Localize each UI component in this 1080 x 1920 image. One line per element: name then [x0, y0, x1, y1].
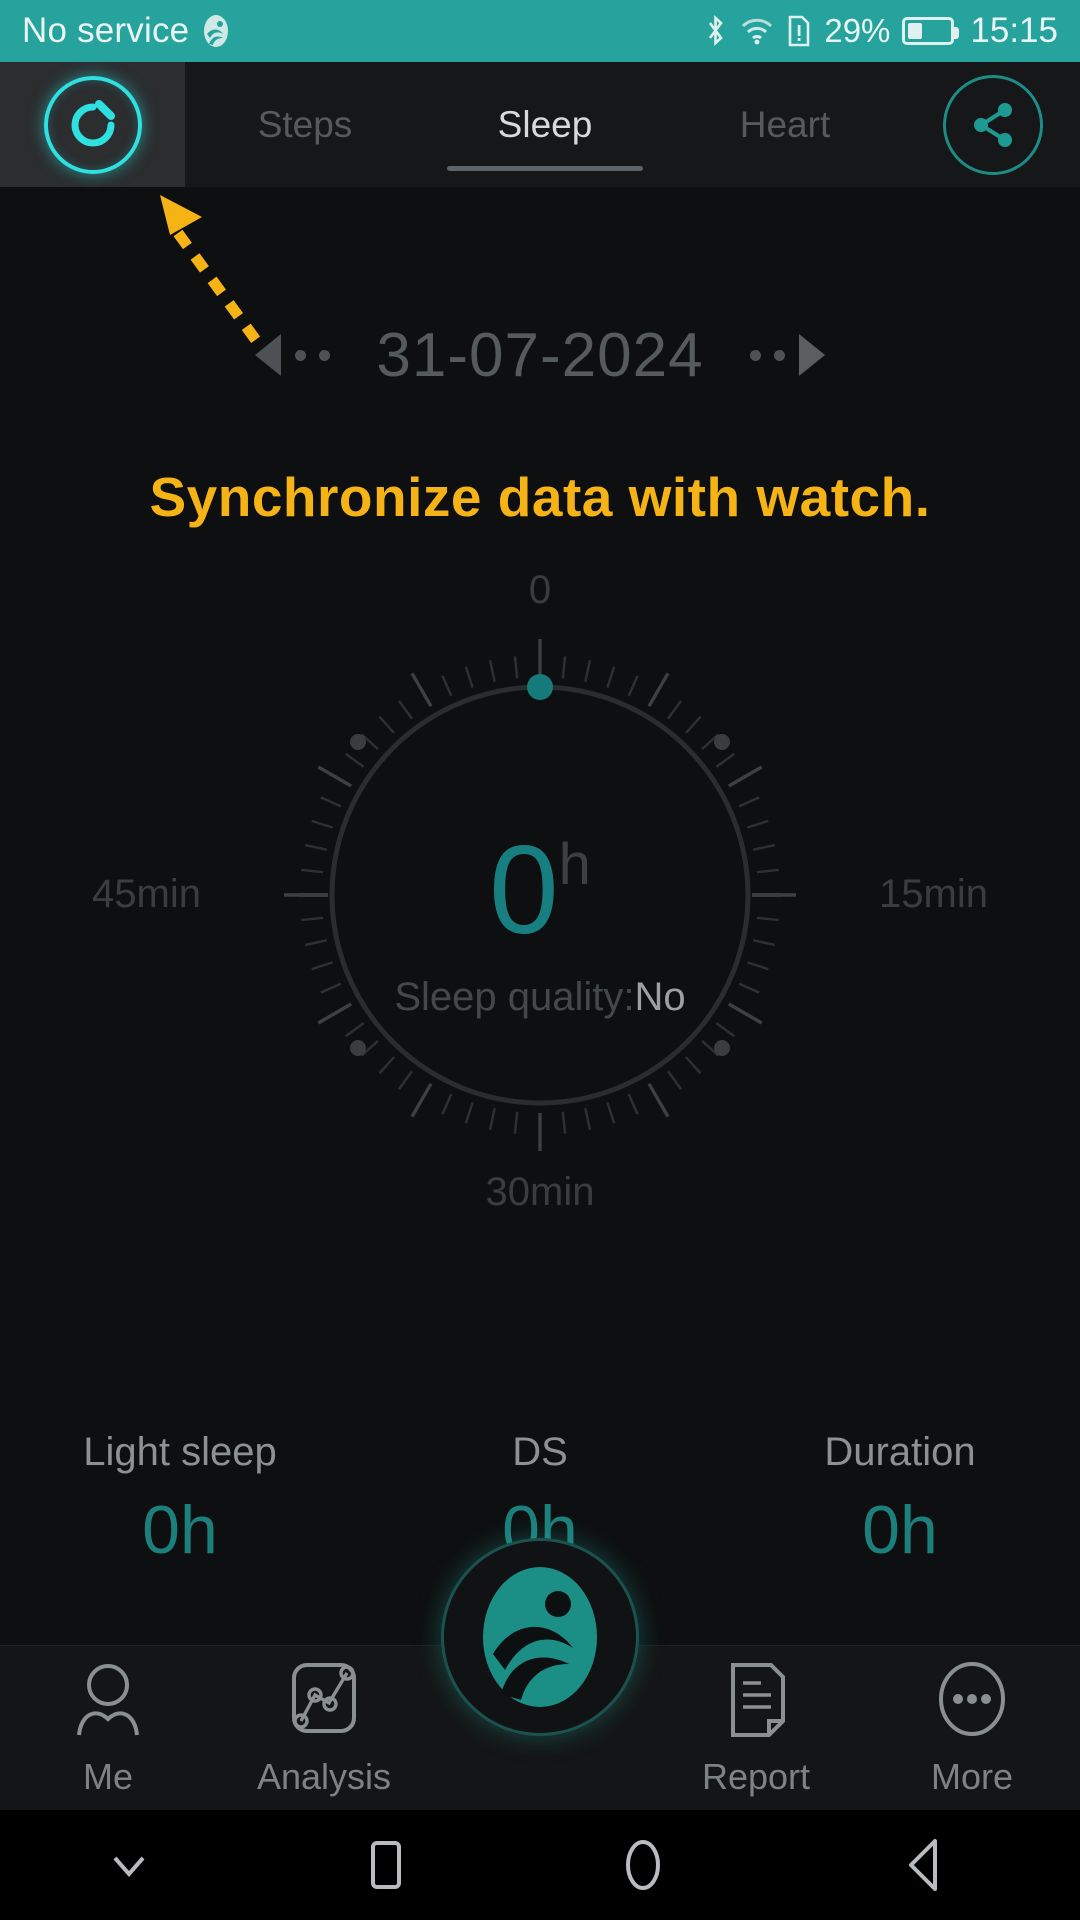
sleep-quality-label: Sleep quality: — [394, 975, 635, 1019]
tab-list: Steps Sleep Heart — [185, 62, 905, 187]
tab-steps-label: Steps — [257, 103, 353, 145]
bottom-nav-item-analysis-label: Analysis — [256, 1755, 392, 1797]
prev-date-button[interactable] — [255, 334, 330, 376]
status-bar-right: 29% 15:15 — [704, 11, 1058, 51]
triangle-left-icon — [255, 334, 281, 376]
app-root: No service 29% 15:15 Steps Sleep Heart 3… — [0, 0, 1080, 1920]
line-chart-icon — [285, 1659, 363, 1746]
hide-keyboard-icon[interactable] — [0, 1844, 257, 1886]
battery-icon — [902, 17, 960, 45]
stat-light-sleep-label: Light sleep — [83, 1430, 277, 1474]
bottom-nav-item-report-label: Report — [701, 1755, 811, 1797]
triangle-right-icon — [799, 334, 825, 376]
next-dots — [750, 349, 785, 361]
tab-heart[interactable]: Heart — [665, 62, 905, 187]
wifi-icon — [740, 16, 774, 46]
stat-duration-value: 0h — [862, 1492, 938, 1568]
top-bar: Steps Sleep Heart — [0, 62, 1080, 187]
carrier-label: No service — [22, 11, 190, 50]
share-icon — [942, 74, 1043, 175]
bottom-nav-item-me-label: Me — [82, 1755, 133, 1797]
ellipsis-icon — [933, 1659, 1011, 1746]
bottom-nav-item-more-label: More — [930, 1755, 1014, 1797]
bottom-nav-item-more[interactable]: More — [864, 1659, 1080, 1798]
home-circle-icon[interactable] — [514, 1836, 771, 1894]
bottom-nav-item-analysis[interactable]: Analysis — [216, 1659, 432, 1798]
annotation-text: Synchronize data with watch. — [149, 466, 931, 528]
stat-ds-label: DS — [512, 1430, 568, 1474]
sleep-quality-value: No — [634, 975, 686, 1019]
sleep-dial-center: 0h Sleep quality:No — [90, 828, 990, 1020]
status-bar: No service 29% 15:15 — [0, 0, 1080, 62]
sync-button[interactable] — [0, 62, 185, 187]
document-icon — [717, 1659, 795, 1746]
sim-alert-icon — [786, 14, 812, 48]
recents-square-icon[interactable] — [257, 1837, 514, 1893]
back-triangle-icon[interactable] — [771, 1836, 1080, 1894]
sleep-quality: Sleep quality:No — [90, 975, 990, 1020]
status-bar-left: No service — [22, 11, 233, 51]
battery-percent-label: 29% — [824, 12, 891, 49]
sync-icon — [43, 75, 142, 174]
sleep-dial: 0 45min 15min 30min 0h Sleep quality:No — [90, 568, 990, 1230]
bottom-nav-item-report[interactable]: Report — [648, 1659, 864, 1798]
bluetooth-icon — [704, 14, 728, 48]
clock-label: 15:15 — [970, 11, 1058, 50]
bottom-nav-item-me[interactable]: Me — [0, 1659, 216, 1798]
prev-dots — [295, 349, 330, 361]
stat-light-sleep: Light sleep 0h — [0, 1430, 360, 1569]
sleep-total-value: 0 — [489, 821, 559, 960]
dial-label-top: 0 — [528, 568, 552, 612]
tab-steps[interactable]: Steps — [185, 62, 425, 187]
bottom-nav: Me Analysis Report More — [0, 1538, 1080, 1810]
sleep-total-unit: h — [558, 832, 591, 897]
person-icon — [69, 1659, 147, 1746]
stat-duration-label: Duration — [824, 1430, 976, 1474]
next-date-button[interactable] — [750, 334, 825, 376]
stat-duration: Duration 0h — [720, 1430, 1080, 1569]
date-label[interactable]: 31-07-2024 — [330, 320, 750, 391]
runner-logo-icon — [199, 14, 233, 48]
tab-sleep[interactable]: Sleep — [425, 62, 665, 187]
share-button[interactable] — [905, 62, 1080, 187]
date-navigator: 31-07-2024 — [0, 305, 1080, 405]
dial-label-bottom: 30min — [485, 1170, 595, 1214]
stat-light-sleep-value: 0h — [142, 1492, 218, 1568]
tab-sleep-label: Sleep — [497, 103, 593, 145]
tab-heart-label: Heart — [739, 103, 831, 145]
app-logo-icon — [441, 1538, 639, 1736]
sleep-total: 0h — [90, 828, 990, 953]
android-nav-bar — [0, 1810, 1080, 1920]
